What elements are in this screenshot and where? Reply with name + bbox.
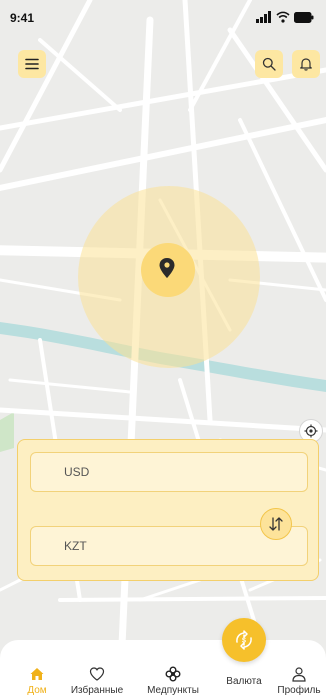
search-icon bbox=[262, 57, 276, 71]
tab-home-label: Дом bbox=[27, 685, 47, 696]
currency-exchange-icon: $ bbox=[236, 630, 252, 650]
swap-arrows-icon bbox=[269, 517, 283, 531]
currency-exchange-button[interactable]: $ bbox=[222, 618, 266, 662]
swap-currencies-button[interactable] bbox=[260, 508, 292, 540]
tab-currency-label: Валюта bbox=[226, 676, 262, 687]
bell-icon bbox=[300, 58, 312, 71]
svg-text:$: $ bbox=[242, 638, 246, 645]
crosshair-icon bbox=[304, 424, 318, 438]
wifi-icon bbox=[276, 11, 290, 23]
tab-home[interactable]: Дом bbox=[4, 666, 70, 696]
bottom-tab-bar: Дом Избранные Медпункты Валюта Профиль bbox=[0, 640, 326, 696]
menu-icon bbox=[25, 58, 39, 70]
tab-medpoints[interactable]: Медпункты bbox=[140, 666, 206, 696]
battery-icon bbox=[294, 11, 314, 23]
tab-profile-label: Профиль bbox=[277, 685, 321, 696]
status-bar: 9:41 bbox=[0, 0, 326, 36]
search-button[interactable] bbox=[255, 50, 283, 78]
status-time: 9:41 bbox=[10, 11, 35, 25]
menu-button[interactable] bbox=[18, 50, 46, 78]
currency-converter-card: USD KZT bbox=[17, 439, 319, 581]
user-icon bbox=[292, 667, 306, 682]
tab-medpoints-label: Медпункты bbox=[147, 685, 199, 696]
heart-icon bbox=[89, 667, 105, 681]
home-icon bbox=[30, 668, 44, 680]
from-currency-label: USD bbox=[64, 465, 90, 479]
to-currency-label: KZT bbox=[64, 539, 87, 553]
tab-favorites-label: Избранные bbox=[70, 685, 124, 696]
signal-icon bbox=[256, 11, 271, 23]
tab-profile[interactable]: Профиль bbox=[266, 666, 326, 696]
tab-favorites[interactable]: Избранные bbox=[64, 666, 130, 696]
flower-icon bbox=[165, 666, 181, 682]
location-pin-icon[interactable] bbox=[159, 258, 175, 278]
from-currency-field[interactable]: USD bbox=[30, 452, 308, 492]
notifications-button[interactable] bbox=[292, 50, 320, 78]
